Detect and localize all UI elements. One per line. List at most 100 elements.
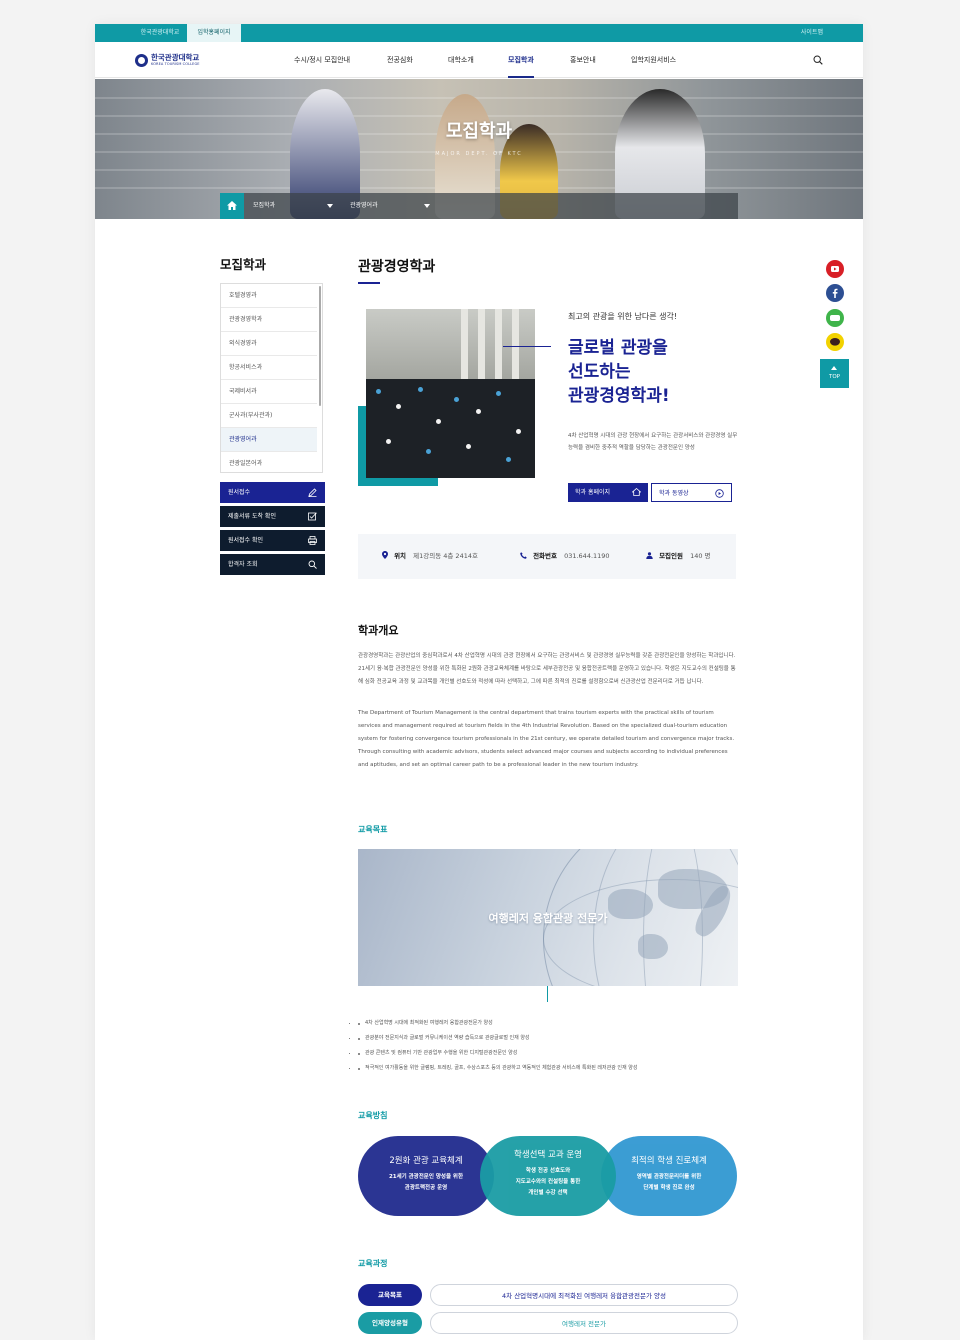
- policy-desc-line: 지도교수와의 컨설팅을 통한: [515, 1179, 581, 1185]
- info-quota: 모집인원 140 명: [646, 534, 711, 579]
- policy-circle-title: 학생선택 교과 운영: [514, 1150, 582, 1160]
- logo-emblem-icon: [135, 53, 148, 67]
- policy-circle-desc: 21세기 관광전문인 양성을 위한 관광트랙전공 운영: [358, 1172, 494, 1194]
- department-homepage-button[interactable]: 학과 홈페이지: [568, 483, 648, 502]
- apply-label: 원서접수: [228, 489, 251, 496]
- location-value: 제1강의동 4층 2414호: [413, 552, 478, 560]
- policy-desc-line: 영역별 관광전문리더를 위한: [636, 1174, 702, 1180]
- back-to-top-button[interactable]: TOP: [820, 359, 849, 388]
- sidebar-item-hotel[interactable]: 호텔경영과: [221, 284, 317, 308]
- facebook-icon[interactable]: [826, 284, 844, 302]
- goal-item: 관광 콘텐츠 및 컴퓨터 기반 관광업무 수행을 위한 디지털관광전문인 양성: [358, 1046, 738, 1061]
- nav-departments[interactable]: 모집학과: [508, 42, 534, 78]
- search-icon[interactable]: [813, 55, 823, 65]
- policy-circle-dual-system: 2원화 관광 교육체계 21세기 관광전문인 양성을 위한 관광트랙전공 운영: [358, 1136, 494, 1216]
- policy-desc-line: 관광트랙전공 운영: [404, 1185, 448, 1191]
- sidebar-item-food-service[interactable]: 외식경영과: [221, 332, 317, 356]
- breadcrumb: 모집학과 관광영어과: [220, 193, 738, 219]
- goals-banner: 여행레저 융합관광 전문가: [358, 849, 738, 986]
- blog-icon[interactable]: [826, 309, 844, 327]
- curriculum-talent-label: 인재양성유형: [358, 1312, 422, 1334]
- sidebar-item-tourism-english[interactable]: 관광영어과: [221, 428, 317, 452]
- overview-text-en: The Department of Tourism Management is …: [358, 710, 735, 768]
- phone-label: 전화번호: [533, 552, 557, 560]
- hero-banner: 모집학과 MAJOR DEPT. OF KTC 모집학과 관광영어과: [95, 79, 863, 219]
- department-title: 관광경영학과: [358, 259, 436, 275]
- person-icon: [646, 552, 653, 559]
- sidebar-scrollbar[interactable]: [319, 286, 321, 406]
- slogan-lead: 최고의 관광을 위한 남다른 생각!: [568, 312, 678, 321]
- checkbox-edit-icon: [308, 512, 317, 521]
- goals-connector-line: [547, 986, 548, 1002]
- slogan-description: 4차 산업혁명 시대의 관광 현장에서 요구하는 관광서비스와 관광경영 실무능…: [568, 433, 738, 451]
- kakaotalk-icon[interactable]: [826, 333, 844, 351]
- back-to-top-label: TOP: [828, 374, 840, 380]
- breadcrumb-department-label: 관광영어과: [350, 202, 378, 209]
- phone-value: 031.644.1190: [564, 552, 610, 560]
- home-button[interactable]: [220, 193, 244, 219]
- top-link-college[interactable]: 한국관광대학교: [135, 24, 185, 42]
- policy-circle-career: 최적의 학생 진로체계 영역별 관광전문리더를 위한 단계별 학생 진로 완성: [601, 1136, 737, 1216]
- result-lookup-button[interactable]: 합격자 조회: [220, 554, 325, 575]
- nav-promotion[interactable]: 홍보안내: [570, 42, 596, 78]
- home-icon: [227, 201, 237, 210]
- utility-bar: 한국관광대학교 입학홍페이지 사이트맵: [95, 24, 863, 42]
- sidebar-department-list: 호텔경영과 관광경영학과 외식경영과 항공서비스과 국제비서과 군사과(부사관과…: [220, 283, 323, 473]
- apply-button[interactable]: 원서접수: [220, 482, 325, 503]
- department-homepage-label: 학과 홈페이지: [575, 489, 611, 496]
- logo[interactable]: 한국관광대학교 KOREA TOURISM COLLEGE: [135, 52, 200, 68]
- breadcrumb-category-label: 모집학과: [253, 202, 276, 209]
- breadcrumb-select-department[interactable]: 관광영어과: [350, 193, 430, 219]
- goal-item: 4차 산업혁명 시대에 최적화된 여행레저 융합관광전문가 양성: [358, 1016, 738, 1031]
- sidebar-item-airline[interactable]: 항공서비스과: [221, 356, 317, 380]
- curriculum-goal-value: 4차 산업혁명시대에 최적화된 여행레저 융합관광전문가 양성: [430, 1284, 738, 1306]
- department-video-button[interactable]: 학과 동영상: [651, 483, 732, 502]
- sidebar-item-military[interactable]: 군사과(부사관과): [221, 404, 317, 428]
- goals-heading: 교육목표: [358, 825, 388, 834]
- location-label: 위치: [394, 552, 407, 560]
- department-video-label: 학과 동영상: [659, 490, 689, 497]
- breadcrumb-select-category[interactable]: 모집학과: [253, 193, 333, 219]
- quota-label: 모집인원: [659, 552, 683, 560]
- curriculum-goal-label: 교육목표: [358, 1284, 422, 1306]
- policy-circle-desc: 학생 전공 선호도와 지도교수와의 컨설팅을 통한 개인별 수강 선택: [480, 1166, 616, 1199]
- info-location: 위치 제1강의동 4층 2414호: [382, 534, 478, 579]
- goal-item: 적극적인 여가활동을 위한 글램핑, 트레킹, 골프, 수상스포츠 등의 관광하…: [358, 1061, 738, 1076]
- department-info-bar: 위치 제1강의동 4층 2414호 전화번호 031.644.1190 모집인원…: [358, 534, 736, 579]
- sidebar-item-tourism-japanese[interactable]: 관광일본어과: [221, 452, 317, 472]
- policy-desc-line: 21세기 관광전문인 양성을 위한: [388, 1174, 464, 1180]
- slogan-line-2: 선도하는: [568, 362, 631, 382]
- sidebar-item-tourism-management[interactable]: 관광경영학과: [221, 308, 317, 332]
- pen-icon: [308, 488, 317, 497]
- graduation-photo: [366, 309, 535, 478]
- sitemap-link[interactable]: 사이트맵: [801, 24, 823, 42]
- logo-name-ko: 한국관광대학교: [151, 52, 200, 62]
- slogan-connector-line: [503, 346, 551, 347]
- info-phone: 전화번호 031.644.1190: [520, 534, 610, 579]
- document-arrival-label: 제출서류 도착 확인: [228, 513, 276, 520]
- sidebar-item-secretary[interactable]: 국제비서과: [221, 380, 317, 404]
- top-link-admission[interactable]: 입학홍페이지: [187, 24, 241, 42]
- slogan-headline: 글로벌 관광을 선도하는 관광경영학과!: [568, 336, 670, 408]
- play-circle-icon: [715, 489, 724, 498]
- nav-services[interactable]: 입학지원서비스: [631, 42, 676, 78]
- nav-about[interactable]: 대학소개: [448, 42, 474, 78]
- hero-subtitle: MAJOR DEPT. OF KTC: [435, 151, 523, 157]
- youtube-icon[interactable]: [826, 260, 844, 278]
- document-arrival-check-button[interactable]: 제출서류 도착 확인: [220, 506, 325, 527]
- policy-circle-title: 최적의 학생 진로체계: [631, 1156, 707, 1166]
- curriculum-heading: 교육과정: [358, 1259, 388, 1268]
- application-check-button[interactable]: 원서접수 확인: [220, 530, 325, 551]
- policy-desc-line: 학생 전공 선호도와: [525, 1168, 571, 1174]
- phone-icon: [520, 552, 527, 559]
- result-lookup-label: 합격자 조회: [228, 561, 258, 568]
- slogan-line-3: 관광경영학과!: [568, 386, 670, 406]
- page: 한국관광대학교 입학홍페이지 사이트맵 한국관광대학교 KOREA TOURIS…: [95, 24, 863, 1340]
- goal-item: 관광분야 전문지식과 글로벌 커뮤니케이션 역량 습득으로 관광글로벌 인재 양…: [358, 1031, 738, 1046]
- nav-admission-guide[interactable]: 수시/정시 모집안내: [294, 42, 350, 78]
- policy-heading: 교육방침: [358, 1111, 388, 1120]
- hero-title: 모집학과: [445, 121, 513, 142]
- location-pin-icon: [382, 551, 388, 559]
- nav-advanced-major[interactable]: 전공심화: [387, 42, 413, 78]
- title-underline: [358, 282, 380, 284]
